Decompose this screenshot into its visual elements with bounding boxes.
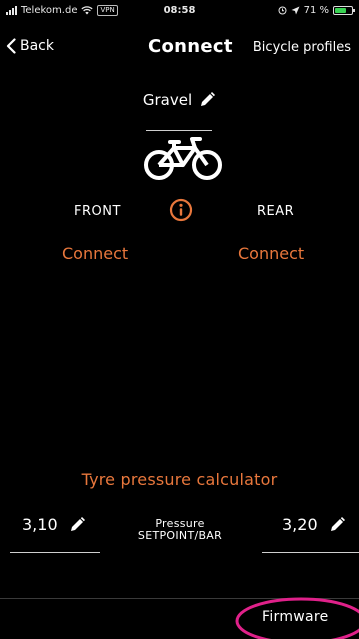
back-label: Back	[20, 38, 54, 54]
pencil-icon	[70, 516, 85, 531]
front-pressure-value: 3,10	[22, 515, 58, 534]
pressure-setpoint-label: Pressure SETPOINT/BAR	[120, 518, 240, 542]
bicycle-icon	[144, 137, 222, 180]
pencil-icon	[330, 516, 345, 531]
front-label: FRONT	[74, 204, 121, 219]
profile-name-edit[interactable]: Gravel	[143, 91, 216, 109]
rear-pressure-value: 3,20	[282, 515, 318, 534]
highlight-circle-annotation	[235, 597, 359, 639]
front-pressure-underline	[10, 552, 100, 553]
alarm-icon	[278, 6, 287, 15]
pencil-icon	[201, 92, 216, 106]
battery-icon	[333, 6, 355, 15]
front-connect-button[interactable]: Connect	[62, 244, 128, 263]
status-right: 71 %	[278, 5, 355, 16]
rear-pressure-field[interactable]: 3,20	[282, 515, 346, 534]
chevron-left-icon	[6, 38, 16, 54]
location-arrow-icon	[291, 6, 300, 15]
back-button[interactable]: Back	[6, 38, 54, 54]
status-bar: Telekom.de VPN 08:58 71 %	[0, 0, 359, 22]
battery-percent: 71 %	[303, 5, 329, 16]
pressure-label-line2: SETPOINT/BAR	[137, 529, 223, 542]
navigation-bar: Back Connect Bicycle profiles	[0, 28, 359, 68]
rear-connect-button[interactable]: Connect	[238, 244, 304, 263]
page-title: Connect	[148, 36, 233, 57]
profile-underline	[146, 130, 212, 131]
info-icon[interactable]	[169, 198, 193, 222]
profile-header: Gravel	[0, 90, 359, 109]
bicycle-profiles-link[interactable]: Bicycle profiles	[253, 40, 351, 55]
front-pressure-field[interactable]: 3,10	[22, 515, 86, 534]
profile-name: Gravel	[142, 91, 193, 109]
tyre-pressure-calculator-link[interactable]: Tyre pressure calculator	[0, 470, 359, 489]
rear-pressure-underline	[262, 552, 359, 553]
rear-label: REAR	[257, 204, 295, 219]
